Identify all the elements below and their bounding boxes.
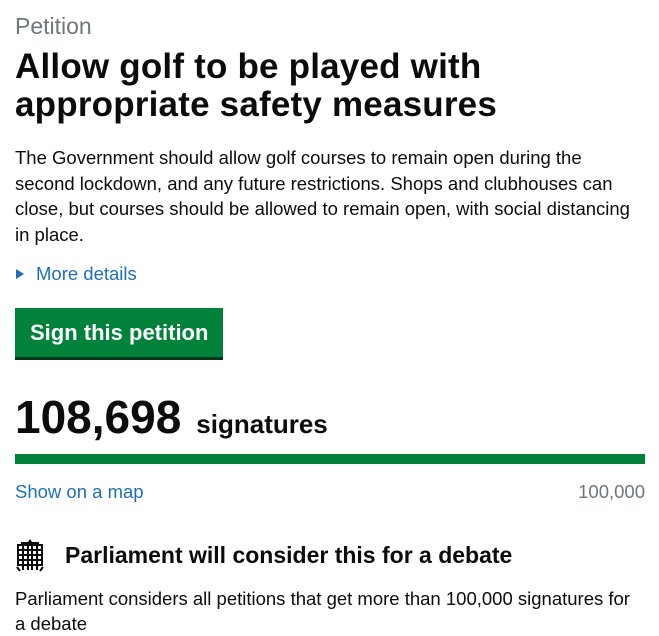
- more-details-toggle[interactable]: More details: [15, 263, 645, 285]
- map-row: Show on a map 100,000: [15, 481, 645, 503]
- petition-description: The Government should allow golf courses…: [15, 147, 630, 245]
- page-title: Allow golf to be played with appropriate…: [15, 47, 498, 124]
- petition-page: Petition Allow golf to be played with ap…: [15, 12, 645, 636]
- signature-label: signatures: [196, 409, 328, 439]
- debate-heading: Parliament will consider this for a deba…: [15, 538, 645, 572]
- more-details-label: More details: [36, 263, 137, 284]
- signature-progress-fill: [15, 454, 645, 464]
- sign-petition-button[interactable]: Sign this petition: [15, 308, 224, 357]
- portcullis-icon: [16, 539, 44, 572]
- show-on-map-link[interactable]: Show on a map: [15, 481, 144, 503]
- debate-title: Parliament will consider this for a deba…: [65, 542, 513, 568]
- threshold-label: 100,000: [578, 481, 645, 502]
- triangle-right-icon: [16, 269, 24, 279]
- debate-text: Parliament considers all petitions that …: [15, 588, 630, 634]
- signature-progress-bar: [15, 454, 645, 464]
- page-caption: Petition: [15, 13, 92, 39]
- signature-count: 108,698 signatures: [15, 394, 645, 440]
- signature-number: 108,698: [15, 391, 182, 443]
